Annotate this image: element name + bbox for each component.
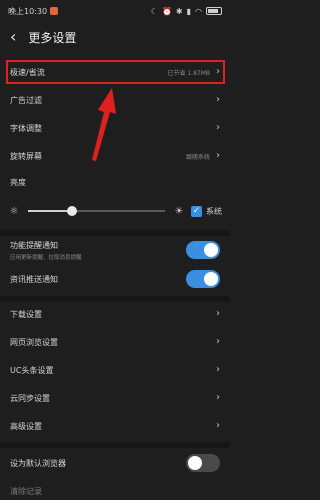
setting-label: 清除记录	[10, 486, 42, 496]
chevron-right-icon: ›	[216, 364, 220, 375]
brightness-slider-row: ☼ ☀ ✓ 系统	[0, 196, 230, 226]
setting-cloud-sync[interactable]: 云同步设置 ›	[0, 386, 230, 410]
setting-label: 下载设置	[10, 309, 42, 319]
chevron-right-icon: ›	[216, 420, 220, 431]
status-right: ☾ ⏰ ✱ ▮ ◠	[151, 7, 222, 16]
sun-low-icon: ☼	[9, 205, 19, 217]
chevron-right-icon: ›	[216, 308, 220, 319]
news-notify-toggle[interactable]	[186, 270, 220, 288]
setting-label: 设为默认浏览器	[10, 458, 66, 468]
setting-label: UC头条设置	[10, 365, 54, 375]
status-bar: 晚上10:30 ☾ ⏰ ✱ ▮ ◠	[0, 0, 230, 22]
status-time: 晚上10:30	[8, 6, 48, 16]
wifi-icon: ◠	[195, 6, 202, 16]
setting-rotate[interactable]: 旋转屏幕 跟随系统 ›	[0, 144, 230, 168]
highlight-box	[6, 60, 225, 84]
setting-download[interactable]: 下载设置 ›	[0, 302, 230, 326]
setting-label: 广告过滤	[10, 95, 42, 105]
system-brightness-checkbox[interactable]: ✓	[191, 205, 202, 217]
app-notification-icon	[50, 7, 59, 15]
setting-brightness: 亮度	[0, 172, 230, 192]
setting-label: 网页浏览设置	[10, 337, 58, 347]
setting-label: 功能提醒通知	[10, 240, 58, 250]
sun-high-icon: ☀	[174, 205, 184, 217]
alarm-icon: ⏰	[161, 6, 172, 16]
chevron-right-icon: ›	[216, 94, 220, 105]
setting-label: 旋转屏幕	[10, 151, 42, 161]
func-notify-toggle[interactable]	[186, 241, 220, 259]
setting-func-notify: 功能提醒通知 应用更新提醒、拉取消息提醒	[0, 236, 230, 264]
setting-label: 资讯推送通知	[10, 274, 58, 284]
system-brightness-label: 系统	[206, 206, 222, 216]
setting-ad-filter[interactable]: 广告过滤 ›	[0, 88, 230, 112]
setting-uc-headline[interactable]: UC头条设置 ›	[0, 358, 230, 382]
bluetooth-icon: ✱	[175, 6, 183, 16]
chevron-left-icon[interactable]: ‹	[10, 29, 16, 45]
chevron-right-icon: ›	[216, 392, 220, 403]
chevron-right-icon: ›	[216, 336, 220, 347]
brightness-thumb[interactable]	[66, 206, 77, 216]
moon-icon: ☾	[150, 6, 158, 16]
setting-default-browser: 设为默认浏览器	[0, 450, 230, 476]
setting-web-browse[interactable]: 网页浏览设置 ›	[0, 330, 230, 354]
default-browser-toggle[interactable]	[186, 454, 220, 472]
setting-news-notify: 资讯推送通知	[0, 266, 230, 292]
chevron-right-icon: ›	[216, 150, 220, 161]
status-left: 晚上10:30	[8, 6, 59, 17]
section-divider	[0, 442, 230, 448]
brightness-fill	[28, 210, 72, 212]
header: ‹ 更多设置	[0, 22, 230, 52]
battery-icon	[206, 7, 222, 15]
page-title: 更多设置	[28, 30, 77, 45]
setting-label: 字体调整	[10, 123, 42, 133]
setting-sublabel: 应用更新提醒、拉取消息提醒	[10, 254, 82, 261]
setting-font[interactable]: 字体调整 ›	[0, 116, 230, 140]
setting-label-group: 功能提醒通知 应用更新提醒、拉取消息提醒	[10, 240, 186, 261]
setting-advanced[interactable]: 高级设置 ›	[0, 414, 230, 438]
setting-label: 亮度	[10, 177, 26, 187]
chevron-right-icon: ›	[216, 122, 220, 133]
setting-cut-off[interactable]: 清除记录	[0, 482, 230, 500]
signal-icon: ▮	[186, 6, 192, 16]
setting-label: 高级设置	[10, 421, 42, 431]
setting-label: 云同步设置	[10, 393, 50, 403]
brightness-slider[interactable]	[28, 206, 165, 216]
setting-value: 跟随系统	[185, 153, 210, 161]
